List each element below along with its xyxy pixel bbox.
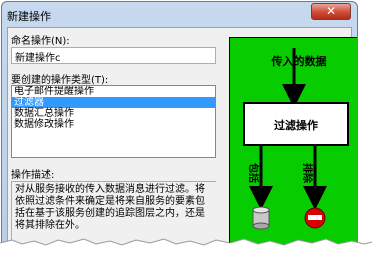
exclude-label: 排除 — [301, 163, 314, 184]
database-icon — [252, 206, 270, 230]
torn-edge-effect — [0, 238, 372, 257]
type-list-label: 要创建的操作类型(T): — [11, 75, 109, 86]
list-item-data-modify[interactable]: 数据修改操作 — [12, 119, 215, 130]
action-type-list[interactable]: 电子邮件提醒操作 过滤器 数据汇总操作 数据修改操作 — [11, 85, 216, 158]
include-label: 包括 — [247, 163, 260, 183]
description-label: 操作描述: — [11, 170, 55, 181]
window-title: 新建操作 — [7, 10, 51, 23]
name-field-label: 命名操作(N): — [11, 36, 70, 47]
no-entry-icon — [304, 207, 326, 229]
name-input[interactable]: 新建操作c — [11, 47, 216, 64]
close-button[interactable]: ✕ — [311, 3, 351, 20]
list-item-data-summary[interactable]: 数据汇总操作 — [12, 108, 215, 119]
diagram-graphic: 传入的数据 过滤操作 包括 排除 — [243, 48, 349, 230]
incoming-data-label: 传入的数据 — [271, 54, 327, 68]
list-item-email-alert[interactable]: 电子邮件提醒操作 — [12, 86, 215, 97]
new-action-dialog: 新建操作 ✕ 命名操作(N): 新建操作c 要创建的操作类型(T): 电子邮件提… — [1, 1, 358, 247]
filter-box-label: 过滤操作 — [274, 118, 318, 132]
title-bar: 新建操作 ✕ — [2, 2, 357, 28]
filter-diagram: 传入的数据 过滤操作 包括 排除 — [229, 37, 357, 246]
list-item-filter[interactable]: 过滤器 — [12, 97, 215, 108]
dialog-body: 命名操作(N): 新建操作c 要创建的操作类型(T): 电子邮件提醒操作 过滤器… — [7, 27, 357, 246]
